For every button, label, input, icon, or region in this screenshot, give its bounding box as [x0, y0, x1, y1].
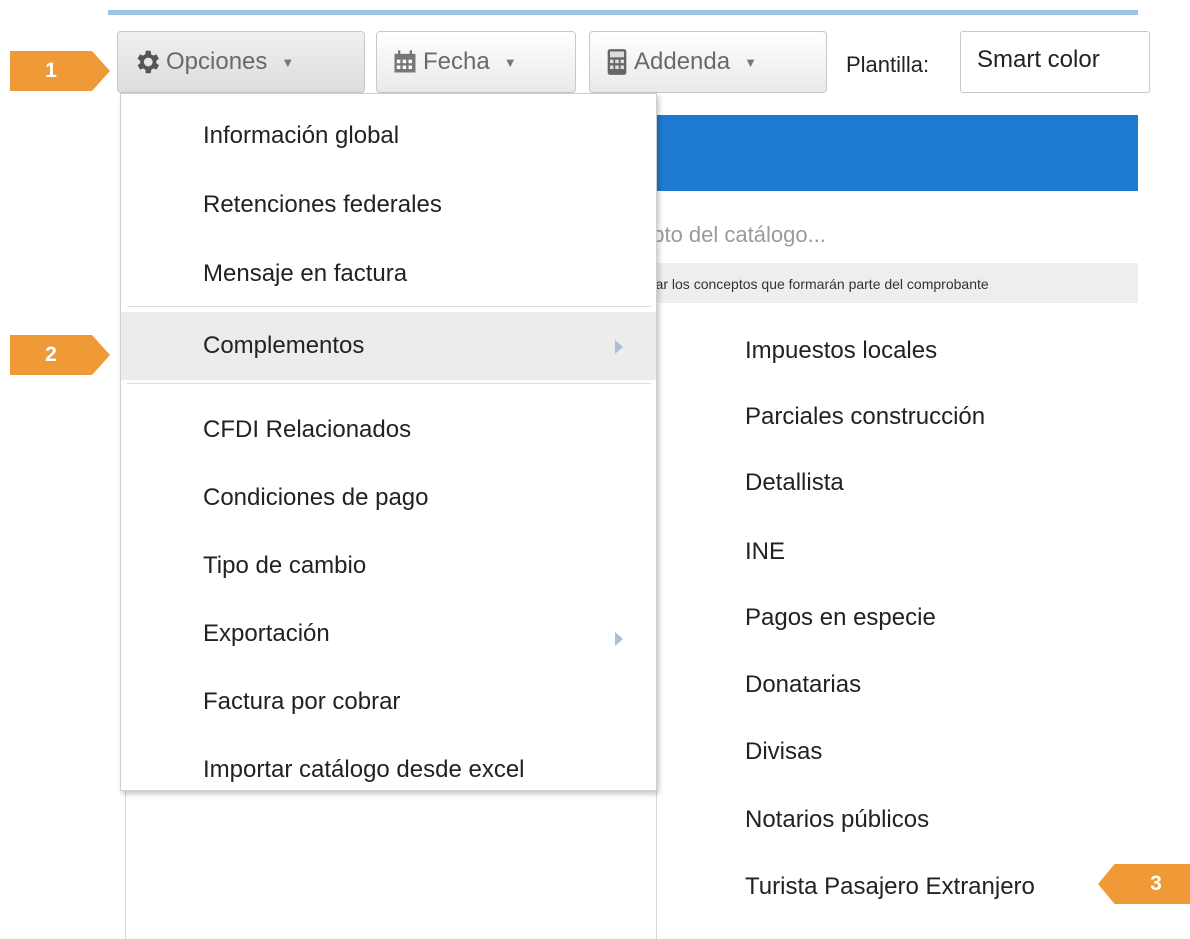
menu-item-mensaje-en-factura[interactable]: Mensaje en factura — [121, 240, 656, 300]
menu-item-label: Información global — [203, 122, 400, 149]
submenu-item-donatarias[interactable]: Donatarias — [745, 671, 861, 699]
submenu-item-ine[interactable]: INE — [745, 538, 785, 566]
submenu-item-notarios-publicos[interactable]: Notarios públicos — [745, 806, 929, 834]
chevron-down-icon: ▼ — [281, 54, 295, 70]
opciones-menu: Información global Retenciones federales… — [120, 93, 657, 791]
menu-item-condiciones-de-pago[interactable]: Condiciones de pago — [121, 464, 656, 524]
addenda-label: Addenda — [634, 48, 731, 75]
chevron-right-icon — [615, 340, 623, 354]
calculator-icon — [607, 49, 627, 75]
step-badge-2: 2 — [10, 335, 110, 375]
menu-item-complementos[interactable]: Complementos — [121, 312, 656, 380]
submenu-item-turista-pasajero-extranjero[interactable]: Turista Pasajero Extranjero — [745, 873, 1035, 901]
menu-item-label: Condiciones de pago — [203, 484, 429, 511]
header-bar — [640, 115, 1138, 191]
opciones-label: Opciones — [166, 48, 268, 75]
menu-separator — [127, 383, 651, 384]
fecha-button[interactable]: Fecha ▼ — [376, 31, 576, 93]
submenu-item-impuestos-locales[interactable]: Impuestos locales — [745, 337, 937, 365]
step-badge-number: 2 — [45, 343, 57, 366]
top-accent-line — [108, 10, 1138, 15]
chevron-down-icon: ▼ — [503, 54, 517, 70]
menu-item-label: CFDI Relacionados — [203, 416, 412, 443]
menu-item-retenciones-federales[interactable]: Retenciones federales — [121, 171, 656, 231]
opciones-button[interactable]: Opciones ▼ — [117, 31, 365, 93]
menu-item-label: Retenciones federales — [203, 191, 442, 218]
plantilla-select[interactable]: Smart color — [960, 31, 1150, 93]
submenu-item-divisas[interactable]: Divisas — [745, 738, 822, 766]
plantilla-label: Plantilla: — [846, 52, 930, 77]
instructions-strip: onar los conceptos que formarán parte de… — [640, 263, 1138, 303]
submenu-item-pagos-en-especie[interactable]: Pagos en especie — [745, 604, 936, 632]
fecha-label: Fecha — [423, 48, 490, 75]
menu-item-importar-catalogo[interactable]: Importar catálogo desde excel — [121, 736, 656, 796]
calendar-icon — [394, 50, 416, 73]
menu-separator — [127, 306, 651, 307]
menu-item-factura-por-cobrar[interactable]: Factura por cobrar — [121, 668, 656, 728]
step-badge-number: 1 — [45, 59, 57, 82]
submenu-item-parciales-construccion[interactable]: Parciales construcción — [745, 403, 985, 431]
step-badge-3: 3 — [1098, 864, 1190, 904]
menu-item-label: Complementos — [203, 332, 365, 359]
concept-search-input[interactable]: epto del catálogo... — [640, 222, 826, 248]
menu-item-label: Importar catálogo desde excel — [203, 756, 525, 783]
menu-item-cfdi-relacionados[interactable]: CFDI Relacionados — [121, 396, 656, 456]
menu-item-label: Exportación — [203, 620, 330, 647]
menu-item-label: Mensaje en factura — [203, 260, 408, 287]
chevron-down-icon: ▼ — [744, 54, 757, 70]
gear-icon — [137, 50, 159, 74]
menu-item-label: Tipo de cambio — [203, 552, 367, 579]
step-badge-number: 3 — [1150, 872, 1162, 895]
submenu-item-detallista[interactable]: Detallista — [745, 469, 844, 497]
menu-item-label: Factura por cobrar — [203, 688, 401, 715]
panel-border — [125, 790, 126, 939]
menu-item-exportacion[interactable]: Exportación — [121, 600, 656, 660]
menu-item-informacion-global[interactable]: Información global — [121, 102, 656, 162]
step-badge-1: 1 — [10, 51, 110, 91]
panel-divider — [656, 790, 657, 939]
addenda-button[interactable]: Addenda ▼ — [589, 31, 827, 93]
menu-item-tipo-de-cambio[interactable]: Tipo de cambio — [121, 532, 656, 592]
chevron-right-icon — [615, 632, 623, 646]
